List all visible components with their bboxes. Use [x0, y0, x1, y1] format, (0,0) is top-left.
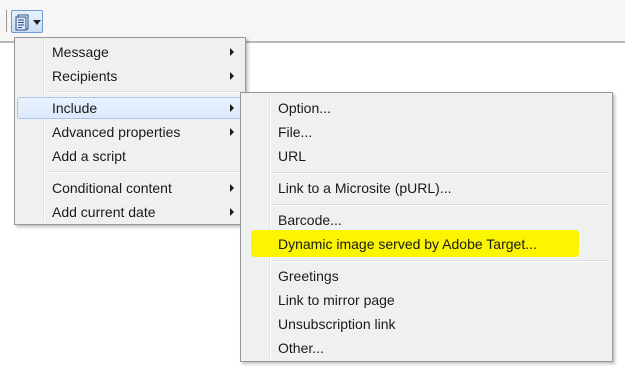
- menu-item-label: Greetings: [278, 268, 339, 284]
- menu-item-label: Message: [52, 44, 109, 60]
- menu-item-label: URL: [278, 148, 307, 164]
- menu-item-recipients[interactable]: Recipients: [17, 65, 243, 87]
- menu-item-conditional-content[interactable]: Conditional content: [17, 177, 243, 199]
- insert-menu-button[interactable]: [11, 10, 43, 33]
- submenu-arrow-icon: [230, 128, 234, 136]
- menu-item-label: Option...: [278, 100, 331, 116]
- menu-item-add-current-date[interactable]: Add current date: [17, 201, 243, 223]
- menu-item-label: File...: [278, 124, 313, 140]
- submenu-item-file[interactable]: File...: [243, 121, 610, 143]
- submenu-arrow-icon: [230, 72, 234, 80]
- menu-item-label: Other...: [278, 340, 324, 356]
- menu-separator: [272, 204, 609, 206]
- menu-separator: [272, 260, 609, 262]
- menu-item-label: Dynamic image served by Adobe Target...: [278, 236, 537, 252]
- submenu-arrow-icon: [230, 208, 234, 216]
- submenu-item-other[interactable]: Other...: [243, 337, 610, 359]
- menu-item-label: Advanced properties: [52, 124, 181, 140]
- submenu-item-url[interactable]: URL: [243, 145, 610, 167]
- toolbar-divider: [6, 10, 7, 32]
- dropdown-arrow-icon[interactable]: [33, 20, 41, 25]
- menu-item-label: Conditional content: [52, 180, 172, 196]
- menu-item-add-script[interactable]: Add a script: [17, 145, 243, 167]
- menu-item-label: Recipients: [52, 68, 118, 84]
- submenu-item-option[interactable]: Option...: [243, 97, 610, 119]
- menu-item-label: Unsubscription link: [278, 316, 396, 332]
- menu-item-label: Include: [52, 100, 98, 116]
- submenu-item-dynamic-image[interactable]: Dynamic image served by Adobe Target...: [243, 233, 610, 255]
- menu-item-label: Add current date: [52, 204, 156, 220]
- submenu-item-greetings[interactable]: Greetings: [243, 265, 610, 287]
- menu-item-label: Link to a Microsite (pURL)...: [278, 180, 452, 196]
- menu-separator: [272, 172, 609, 174]
- menu-separator: [46, 171, 242, 173]
- menu-item-include[interactable]: Include: [17, 97, 243, 119]
- menu-item-message[interactable]: Message: [17, 41, 243, 63]
- document-insert-icon: [15, 14, 29, 31]
- menu-item-label: Barcode...: [278, 212, 342, 228]
- insert-context-menu: Message Recipients Include Advanced prop…: [14, 37, 246, 225]
- menu-item-label: Add a script: [52, 148, 126, 164]
- menu-item-label: Link to mirror page: [278, 292, 395, 308]
- menu-item-advanced-properties[interactable]: Advanced properties: [17, 121, 243, 143]
- submenu-item-mirror-page-link[interactable]: Link to mirror page: [243, 289, 610, 311]
- include-submenu: Option... File... URL Link to a Microsit…: [240, 92, 613, 362]
- submenu-item-barcode[interactable]: Barcode...: [243, 209, 610, 231]
- submenu-arrow-icon: [230, 184, 234, 192]
- submenu-item-unsubscription-link[interactable]: Unsubscription link: [243, 313, 610, 335]
- menu-separator: [46, 91, 242, 93]
- submenu-arrow-icon: [230, 48, 234, 56]
- submenu-item-microsite-link[interactable]: Link to a Microsite (pURL)...: [243, 177, 610, 199]
- submenu-arrow-icon: [230, 104, 234, 112]
